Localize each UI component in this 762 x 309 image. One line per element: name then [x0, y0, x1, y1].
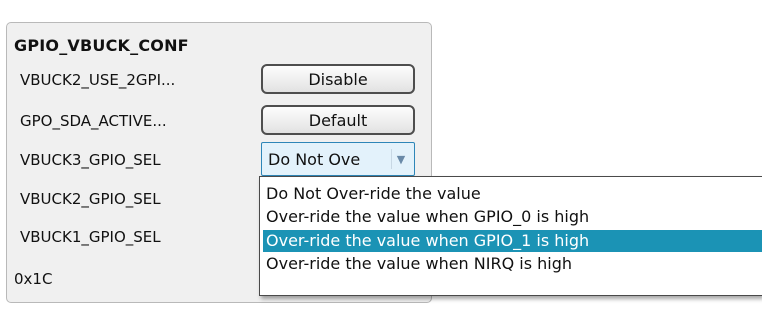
gpo-sda-active-button[interactable]: Default — [261, 105, 415, 135]
chevron-down-icon[interactable]: ▼ — [391, 149, 410, 169]
dropdown-option[interactable]: Do Not Over-ride the value — [263, 183, 762, 205]
dropdown-option[interactable]: Over-ride the value when NIRQ is high — [263, 253, 762, 275]
register-address: 0x1C — [14, 270, 53, 288]
dropdown-option[interactable]: Over-ride the value when GPIO_0 is high — [263, 206, 762, 228]
panel-title: GPIO_VBUCK_CONF — [14, 36, 189, 55]
vbuck3-gpio-sel-select[interactable]: Do Not Ove ▼ — [261, 142, 415, 176]
gpo-sda-active-label: GPO_SDA_ACTIVE... — [20, 112, 167, 130]
vbuck3-gpio-sel-value: Do Not Ove — [268, 149, 361, 169]
vbuck1-gpio-sel-label: VBUCK1_GPIO_SEL — [20, 228, 161, 246]
vbuck3-gpio-sel-label: VBUCK3_GPIO_SEL — [20, 151, 161, 169]
vbuck2-use-2gpio-label: VBUCK2_USE_2GPI... — [20, 71, 176, 89]
vbuck3-gpio-sel-dropdown: Do Not Over-ride the value Over-ride the… — [259, 176, 762, 296]
vbuck2-use-2gpio-button[interactable]: Disable — [261, 64, 415, 94]
dropdown-option-highlighted[interactable]: Over-ride the value when GPIO_1 is high — [263, 230, 762, 252]
vbuck2-gpio-sel-label: VBUCK2_GPIO_SEL — [20, 190, 161, 208]
